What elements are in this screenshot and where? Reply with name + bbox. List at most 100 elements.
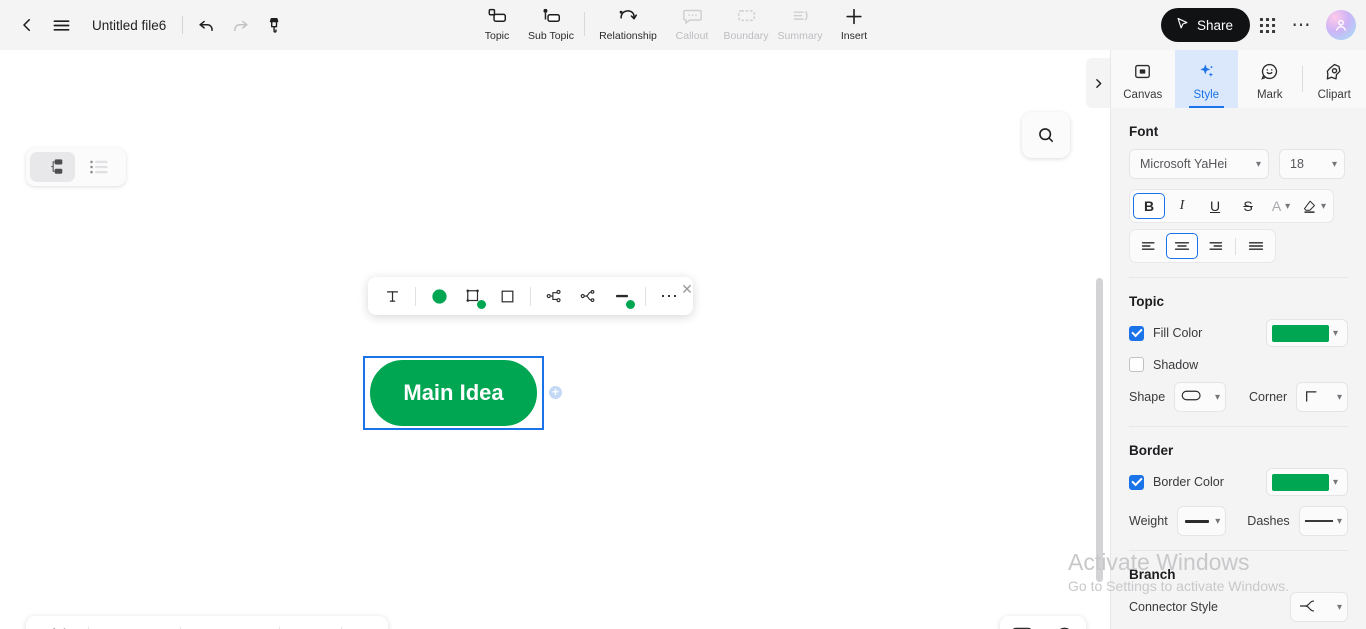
- font-color-button[interactable]: A ▾: [1265, 193, 1297, 219]
- callout-icon: [682, 6, 703, 27]
- section-divider-1: [1129, 277, 1348, 278]
- tool-topic[interactable]: Topic: [470, 0, 524, 50]
- tool-summary: Summary: [773, 0, 827, 50]
- tool-boundary: Boundary: [719, 0, 773, 50]
- vertical-scrollbar[interactable]: [1096, 278, 1103, 582]
- corner-select[interactable]: ▾: [1296, 382, 1348, 412]
- line-weight-icon[interactable]: [606, 281, 638, 311]
- topic-section-title: Topic: [1129, 294, 1164, 309]
- align-divider: [1235, 237, 1236, 255]
- align-justify-icon[interactable]: [1240, 233, 1272, 259]
- connector-icon[interactable]: [572, 281, 604, 311]
- grid-apps-icon[interactable]: [1250, 8, 1284, 42]
- line-solid-icon: [1304, 520, 1333, 522]
- more-horizontal-icon[interactable]: ⋯: [1284, 8, 1318, 42]
- border-section-title: Border: [1129, 443, 1174, 458]
- highlighter-icon[interactable]: ▾: [1298, 193, 1330, 219]
- fn-key-icon[interactable]: Fn: [1009, 623, 1035, 629]
- underline-button[interactable]: U: [1199, 193, 1231, 219]
- dashes-select[interactable]: ▾: [1298, 506, 1348, 536]
- format-painter-icon[interactable]: [257, 8, 291, 42]
- close-icon[interactable]: ✕: [676, 278, 698, 300]
- font-style-row: B I U S A ▾ ▾: [1129, 189, 1348, 223]
- text-format-icon[interactable]: [376, 281, 408, 311]
- italic-button[interactable]: I: [1166, 193, 1198, 219]
- font-size-select[interactable]: 18 ▾: [1279, 149, 1345, 179]
- canvas-area[interactable]: ⋯ ✕ Main Idea Topic 1 Page-1 1 / 1 100%: [0, 50, 1110, 629]
- shadow-checkbox[interactable]: [1129, 357, 1144, 372]
- border-color-select[interactable]: ▾: [1266, 468, 1348, 496]
- shape-label: Shape: [1129, 390, 1166, 404]
- layout-branch-icon[interactable]: [538, 281, 570, 311]
- fill-color-select[interactable]: ▾: [1266, 319, 1348, 347]
- bold-button[interactable]: B: [1133, 193, 1165, 219]
- tab-style[interactable]: Style: [1174, 50, 1238, 108]
- chevron-right-icon[interactable]: [1086, 58, 1110, 108]
- right-panel-body: Font Microsoft YaHei ▾ 18 ▾ B I U S A ▾ …: [1111, 124, 1366, 629]
- undo-icon[interactable]: [189, 8, 223, 42]
- tool-divider: [584, 12, 585, 36]
- align-center-icon[interactable]: [1166, 233, 1198, 259]
- tool-summary-label: Summary: [777, 30, 823, 42]
- shape-icon[interactable]: [457, 281, 489, 311]
- font-family-select[interactable]: Microsoft YaHei ▾: [1129, 149, 1269, 179]
- search-icon[interactable]: [1022, 112, 1070, 158]
- dashes-label: Dashes: [1247, 514, 1290, 528]
- chevron-down-icon: ▾: [1255, 158, 1261, 170]
- back-arrow-icon[interactable]: [10, 8, 44, 42]
- status-bar: Topic 1 Page-1 1 / 1 100%: [26, 616, 388, 629]
- canvas-icon: [1133, 62, 1152, 86]
- hamburger-menu-icon[interactable]: [44, 8, 78, 42]
- fill-color-swatch: [1272, 324, 1329, 342]
- tab-clipart-label: Clipart: [1317, 88, 1351, 101]
- fullscreen-icon[interactable]: [342, 616, 388, 629]
- weight-select[interactable]: ▾: [1176, 506, 1227, 536]
- topic-node[interactable]: Main Idea: [370, 360, 537, 426]
- shadow-row: Shadow: [1129, 357, 1348, 372]
- file-title[interactable]: Untitled file6: [92, 18, 166, 33]
- zoom-level[interactable]: 100%: [280, 616, 342, 629]
- user-avatar-icon[interactable]: [1326, 10, 1356, 40]
- outline-view-icon[interactable]: [77, 152, 122, 182]
- add-child-icon[interactable]: [549, 386, 562, 399]
- font-style-group: B I U S A ▾ ▾: [1129, 189, 1334, 223]
- border-color-label: Border Color: [1153, 475, 1224, 489]
- header-left-group: Untitled file6: [0, 0, 291, 50]
- app-root: Untitled file6 Topic Sub Topic Relations…: [0, 0, 1366, 629]
- help-question-icon[interactable]: [1052, 623, 1078, 629]
- square-icon[interactable]: [491, 281, 523, 311]
- align-right-icon[interactable]: [1199, 233, 1231, 259]
- fill-color-checkbox[interactable]: [1129, 325, 1144, 341]
- fill-color-label: Fill Color: [1153, 326, 1203, 340]
- tab-canvas[interactable]: Canvas: [1111, 50, 1175, 108]
- border-color-swatch: [1272, 473, 1329, 491]
- redo-icon[interactable]: [223, 8, 257, 42]
- sub-topic-icon: [541, 6, 562, 27]
- border-color-row: Border Color ▾: [1129, 468, 1348, 496]
- tool-insert[interactable]: Insert: [827, 0, 881, 50]
- shape-select[interactable]: ▾: [1174, 382, 1226, 412]
- tool-sub-topic[interactable]: Sub Topic: [524, 0, 578, 50]
- mindmap-view-icon[interactable]: [30, 152, 75, 182]
- tool-relationship[interactable]: Relationship: [591, 0, 665, 50]
- strikethrough-button[interactable]: S: [1232, 193, 1264, 219]
- status-page-group[interactable]: Page-1 1 / 1: [181, 616, 278, 629]
- border-color-checkbox[interactable]: [1129, 474, 1144, 490]
- fill-color-circle-icon[interactable]: [423, 281, 455, 311]
- chevron-down-icon: ▾: [1320, 200, 1327, 212]
- chevron-down-icon: ▾: [1214, 391, 1220, 403]
- tool-relationship-label: Relationship: [599, 30, 657, 42]
- tab-mark[interactable]: Mark: [1238, 50, 1302, 108]
- share-button[interactable]: Share: [1160, 8, 1250, 42]
- align-left-icon[interactable]: [1133, 233, 1165, 259]
- connector-style-select[interactable]: ▾: [1290, 592, 1348, 622]
- tab-clipart[interactable]: Clipart: [1303, 50, 1366, 108]
- boundary-icon: [736, 6, 757, 27]
- status-topic-label[interactable]: Topic 1: [89, 616, 181, 629]
- map-view-icon[interactable]: [26, 616, 88, 629]
- section-divider-3: [1129, 550, 1348, 551]
- tool-callout: Callout: [665, 0, 719, 50]
- chevron-down-icon: ▾: [1333, 476, 1339, 488]
- tool-boundary-label: Boundary: [723, 30, 769, 42]
- tab-mark-label: Mark: [1256, 88, 1283, 101]
